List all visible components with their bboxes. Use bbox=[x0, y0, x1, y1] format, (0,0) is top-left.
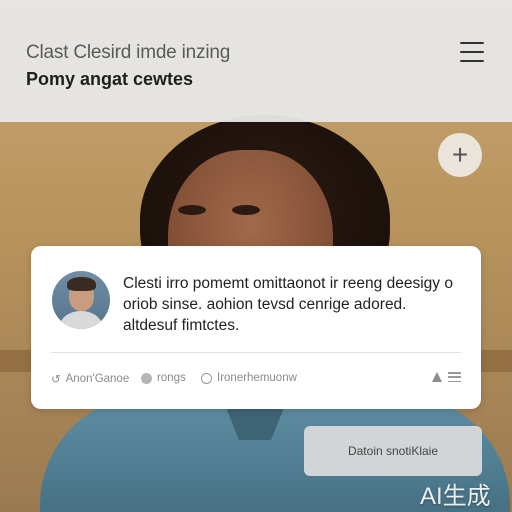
card-meta-row: ↺ Anon'Ganoe rongs Ironerhemuonw bbox=[51, 372, 461, 388]
warning-icon[interactable] bbox=[432, 372, 442, 382]
meta-label: Ironerhemuonw bbox=[217, 372, 297, 384]
meta-actions bbox=[432, 372, 461, 382]
page-title: Clast Clesird imde inzing bbox=[26, 42, 231, 63]
menu-line bbox=[460, 59, 484, 62]
person-eye-right bbox=[232, 205, 260, 215]
dot-icon bbox=[141, 372, 152, 384]
list-line bbox=[448, 380, 461, 382]
meta-item-tags[interactable]: rongs bbox=[141, 372, 186, 384]
meta-item-location[interactable]: Ironerhemuonw bbox=[201, 372, 297, 384]
clock-icon: ↺ bbox=[51, 374, 61, 386]
menu-line bbox=[460, 50, 484, 54]
list-icon[interactable] bbox=[448, 372, 461, 382]
page-subtitle: Pomy angat cewtes bbox=[26, 69, 194, 89]
person-eye-left bbox=[178, 205, 206, 215]
add-button[interactable]: + bbox=[438, 133, 482, 177]
ai-generated-watermark: AI生成 bbox=[420, 483, 491, 510]
ring-icon bbox=[201, 372, 212, 384]
menu-line bbox=[460, 42, 484, 45]
avatar-hair bbox=[67, 277, 96, 291]
card-body-text: Clesti irro pomemt omittaonot ir reeng d… bbox=[123, 275, 453, 334]
meta-label: rongs bbox=[157, 372, 186, 384]
meta-label: Anon'Ganoe bbox=[65, 373, 130, 385]
avatar-body bbox=[60, 311, 102, 329]
list-line bbox=[448, 376, 461, 378]
avatar[interactable] bbox=[52, 271, 110, 329]
meta-item-author[interactable]: ↺ Anon'Ganoe bbox=[51, 372, 129, 386]
plus-icon: + bbox=[451, 139, 469, 170]
content-card: Clesti irro pomemt omittaonot ir reeng d… bbox=[31, 246, 481, 409]
hamburger-menu-icon[interactable] bbox=[460, 42, 484, 62]
list-line bbox=[448, 372, 461, 374]
action-button[interactable]: Datoin snotiKlaie bbox=[304, 426, 482, 476]
top-header-bar: Clast Clesird imde inzing Pomy angat cew… bbox=[0, 0, 512, 122]
card-divider bbox=[51, 352, 461, 353]
